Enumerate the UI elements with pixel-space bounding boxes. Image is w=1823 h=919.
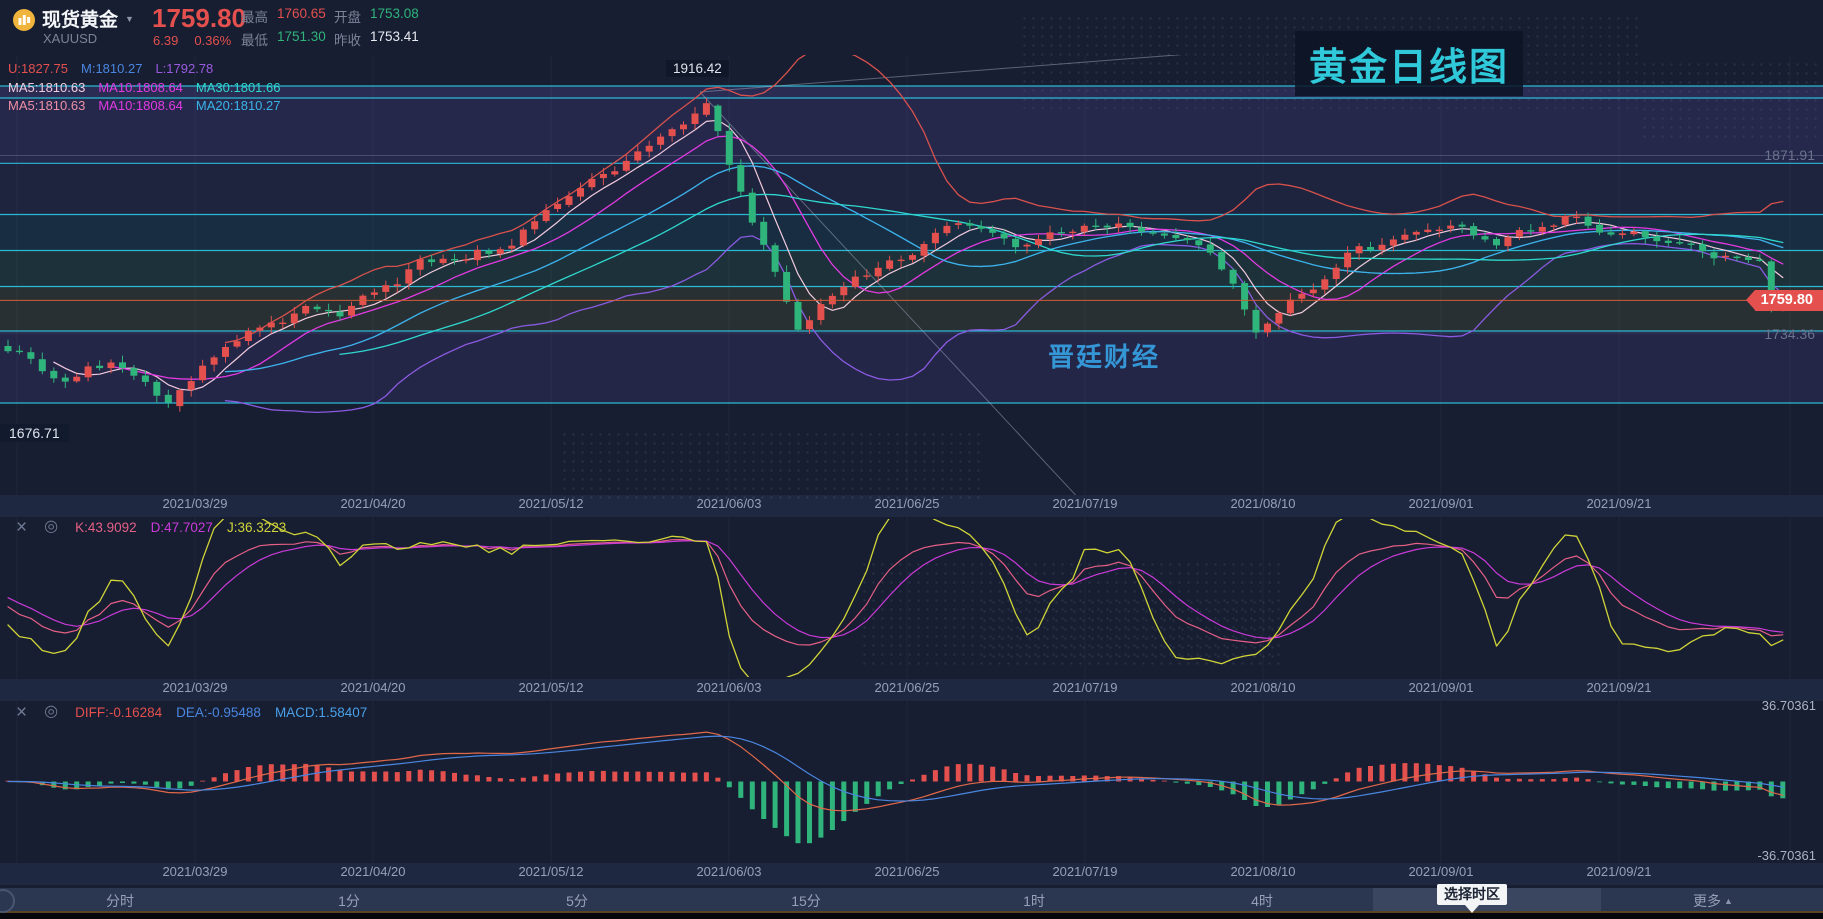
date-label: 2021/03/29 <box>125 496 265 511</box>
price-tag-value: 1759.80 <box>1761 292 1813 308</box>
toolbar-item[interactable]: 5分 <box>535 891 619 911</box>
timezone-label: 选择时区 <box>1444 886 1500 902</box>
macd-axis-bottom: -36.70361 <box>1757 848 1816 863</box>
legend-item: U:1827.75 <box>8 61 68 76</box>
toolbar-item[interactable]: 分时 <box>78 891 162 911</box>
timezone-selector[interactable]: 选择时区 <box>1437 884 1507 905</box>
legend-item: L:1792.78 <box>155 61 213 76</box>
trading-app: 现货黄金 ▼ XAUUSD 1759.80 6.39 0.36% 最高 1760.… <box>0 0 1823 919</box>
stat-item: 最高 1760.65 <box>241 6 326 26</box>
low-price-badge: 1676.71 <box>0 424 69 442</box>
kdj-settings-icon[interactable]: ◎ <box>44 519 58 535</box>
chevron-down-icon: ▼ <box>125 14 134 24</box>
date-label: 2021/05/12 <box>481 496 621 511</box>
date-label: 2021/09/21 <box>1549 496 1689 511</box>
more-button[interactable]: 更多 ▲ <box>1693 891 1733 911</box>
date-label: 2021/09/01 <box>1371 864 1511 879</box>
stat-label: 昨收 <box>334 29 361 49</box>
price-change: 6.39 0.36% <box>153 33 231 48</box>
stat-value: 1760.65 <box>277 6 326 26</box>
kdj-legend-item: J:36.3223 <box>227 520 286 535</box>
date-label: 2021/05/12 <box>481 864 621 879</box>
price-gridline-label-upper: 1871.91 <box>1764 147 1815 163</box>
legend-item: MA10:1808.64 <box>98 98 183 113</box>
stat-label: 最低 <box>241 29 268 49</box>
date-label: 2021/06/03 <box>659 680 799 695</box>
watermark: 晋廷财经 <box>1048 337 1160 374</box>
date-label: 2021/06/25 <box>837 864 977 879</box>
stat-label: 最高 <box>241 6 268 26</box>
date-label: 2021/09/21 <box>1549 864 1689 879</box>
current-price-tag: 1759.80 <box>1755 290 1823 311</box>
macd-legend-item: DIFF:-0.16284 <box>75 705 162 720</box>
macd-legend-item: DEA:-0.95488 <box>176 705 261 720</box>
symbol-name: 现货黄金 <box>42 5 118 32</box>
date-label: 2021/08/10 <box>1193 496 1333 511</box>
kdj-close-icon[interactable]: × <box>16 518 27 537</box>
toolbar-item[interactable]: 4时 <box>1220 891 1304 911</box>
stat-item: 最低 1751.30 <box>241 29 326 49</box>
stat-item: 开盘 1753.08 <box>334 6 419 26</box>
macd-legend: DIFF:-0.16284 DEA:-0.95488 MACD:1.58407 <box>75 705 367 720</box>
price-tag-arrow <box>1746 290 1755 310</box>
kdj-panel-header: × ◎ K:43.9092 D:47.7027 J:36.3223 <box>16 517 286 537</box>
toolbar-item[interactable]: 1分 <box>307 891 391 911</box>
date-label: 2021/04/20 <box>303 680 443 695</box>
stat-item: 昨收 1753.41 <box>334 29 419 49</box>
stat-value: 1751.30 <box>277 29 326 49</box>
boll-legend: U:1827.75 M:1810.27 L:1792.78 <box>8 61 213 76</box>
tooltip-pointer-icon <box>1465 905 1479 913</box>
legend-item: MA10:1808.64 <box>98 80 183 95</box>
date-label: 2021/08/10 <box>1193 680 1333 695</box>
date-label: 2021/07/19 <box>1015 864 1155 879</box>
stat-value: 1753.08 <box>370 6 419 26</box>
date-label: 2021/07/19 <box>1015 680 1155 695</box>
more-label: 更多 <box>1693 891 1721 911</box>
kdj-legend-item: K:43.9092 <box>75 520 137 535</box>
date-label: 2021/06/25 <box>837 496 977 511</box>
legend-item: MA5:1810.63 <box>8 98 85 113</box>
change-value: 6.39 <box>153 33 178 48</box>
symbol-code: XAUUSD <box>43 31 97 46</box>
ma-legend-row3: MA5:1810.63 MA10:1808.64 MA20:1810.27 <box>8 98 281 113</box>
date-label: 2021/06/03 <box>659 496 799 511</box>
date-label: 2021/09/21 <box>1549 680 1689 695</box>
change-percent: 0.36% <box>194 33 231 48</box>
macd-axis-top: 36.70361 <box>1762 698 1816 713</box>
date-label: 2021/07/19 <box>1015 496 1155 511</box>
toolbar-item[interactable]: 1时 <box>992 891 1076 911</box>
macd-legend-item: MACD:1.58407 <box>275 705 367 720</box>
macd-settings-icon[interactable]: ◎ <box>44 704 58 720</box>
chart-title: 黄金日线图 <box>1295 31 1523 96</box>
date-label: 2021/06/25 <box>837 680 977 695</box>
legend-item: M:1810.27 <box>81 61 142 76</box>
date-label: 2021/04/20 <box>303 864 443 879</box>
price-chart-canvas[interactable] <box>0 0 1823 919</box>
stat-label: 开盘 <box>334 6 361 26</box>
stat-value: 1753.41 <box>370 29 419 49</box>
date-label: 2021/04/20 <box>303 496 443 511</box>
kdj-legend: K:43.9092 D:47.7027 J:36.3223 <box>75 520 286 535</box>
date-label: 2021/09/01 <box>1371 496 1511 511</box>
legend-item: MA5:1810.63 <box>8 80 85 95</box>
symbol-selector[interactable]: 现货黄金 ▼ <box>42 5 134 32</box>
macd-close-icon[interactable]: × <box>16 703 27 722</box>
last-price: 1759.80 <box>152 3 246 34</box>
price-gridline-label-lower: 1734.36 <box>1764 326 1815 342</box>
date-label: 2021/09/01 <box>1371 680 1511 695</box>
date-label: 2021/06/03 <box>659 864 799 879</box>
date-label: 2021/03/29 <box>125 864 265 879</box>
date-label: 2021/03/29 <box>125 680 265 695</box>
legend-item: MA20:1810.27 <box>196 98 281 113</box>
date-label: 2021/08/10 <box>1193 864 1333 879</box>
toolbar-item[interactable]: 15分 <box>764 891 848 911</box>
triangle-up-icon: ▲ <box>1724 896 1733 906</box>
legend-item: MA30:1801.66 <box>196 80 281 95</box>
gold-coin-icon <box>13 9 35 36</box>
date-label: 2021/05/12 <box>481 680 621 695</box>
peak-price-badge: 1916.42 <box>666 60 729 77</box>
ma-legend-row2: MA5:1810.63 MA10:1808.64 MA30:1801.66 <box>8 80 281 95</box>
macd-panel-header: × ◎ DIFF:-0.16284 DEA:-0.95488 MACD:1.5840… <box>16 702 367 722</box>
kdj-legend-item: D:47.7027 <box>151 520 213 535</box>
